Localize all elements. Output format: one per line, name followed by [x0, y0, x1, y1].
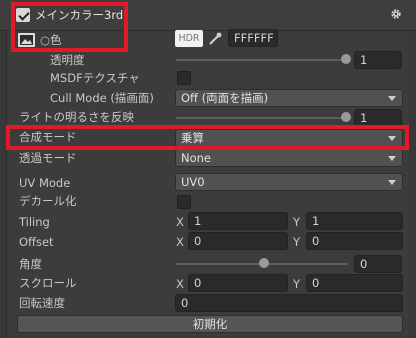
tiling-y-label: Y	[293, 215, 301, 229]
rotation-speed-label: 回転速度	[19, 296, 65, 310]
highlight-box-header	[11, 2, 128, 52]
angle-label: 角度	[19, 257, 42, 271]
alpha-input[interactable]: 1	[354, 51, 402, 69]
alpha-label: 透明度	[50, 53, 85, 67]
alpha-slider-track[interactable]	[176, 59, 348, 61]
tiling-x-label: X	[176, 215, 184, 229]
light-slider-track[interactable]	[176, 117, 348, 119]
light-slider-handle[interactable]	[341, 112, 351, 122]
scroll-y-label: Y	[293, 277, 301, 291]
hdr-color-swatch[interactable]: HDR	[175, 30, 203, 47]
offset-label: Offset	[19, 235, 54, 249]
scroll-label: スクロール	[19, 276, 77, 290]
tiling-label: Tiling	[19, 215, 50, 229]
eyedropper-icon[interactable]	[207, 31, 223, 47]
cull-mode-dropdown[interactable]: Off (両面を描画)	[175, 89, 403, 107]
tiling-y-input[interactable]: 1	[306, 212, 403, 230]
msdf-checkbox[interactable]	[177, 71, 191, 85]
transparency-mode-dropdown[interactable]: None	[175, 149, 403, 167]
tiling-x-input[interactable]: 1	[188, 212, 288, 230]
offset-x-input[interactable]: 0	[188, 232, 288, 250]
offset-x-label: X	[176, 235, 184, 249]
scroll-x-label: X	[176, 277, 184, 291]
transparency-mode-label: 透過モード	[19, 151, 77, 165]
uv-mode-label: UV Mode	[19, 176, 71, 190]
highlight-box-blend	[6, 125, 409, 150]
decal-label: デカール化	[19, 194, 77, 208]
offset-y-label: Y	[293, 235, 301, 249]
gear-icon[interactable]	[390, 8, 402, 20]
msdf-label: MSDFテクスチャ	[50, 71, 140, 85]
reset-button[interactable]: 初期化	[17, 315, 403, 333]
cull-mode-label: Cull Mode (描画面)	[50, 91, 154, 105]
scroll-x-input[interactable]: 0	[188, 274, 288, 292]
offset-y-input[interactable]: 0	[306, 232, 403, 250]
uv-mode-dropdown[interactable]: UV0	[175, 173, 403, 191]
decal-checkbox[interactable]	[177, 195, 191, 209]
angle-input[interactable]: 0	[354, 255, 402, 273]
light-label: ライトの明るさを反映	[19, 110, 134, 124]
scroll-y-input[interactable]: 0	[306, 274, 403, 292]
alpha-slider-handle[interactable]	[341, 54, 351, 64]
rotation-speed-input[interactable]: 0	[175, 294, 403, 312]
hex-color-input[interactable]: FFFFFF	[228, 29, 278, 47]
angle-slider-handle[interactable]	[259, 258, 269, 268]
